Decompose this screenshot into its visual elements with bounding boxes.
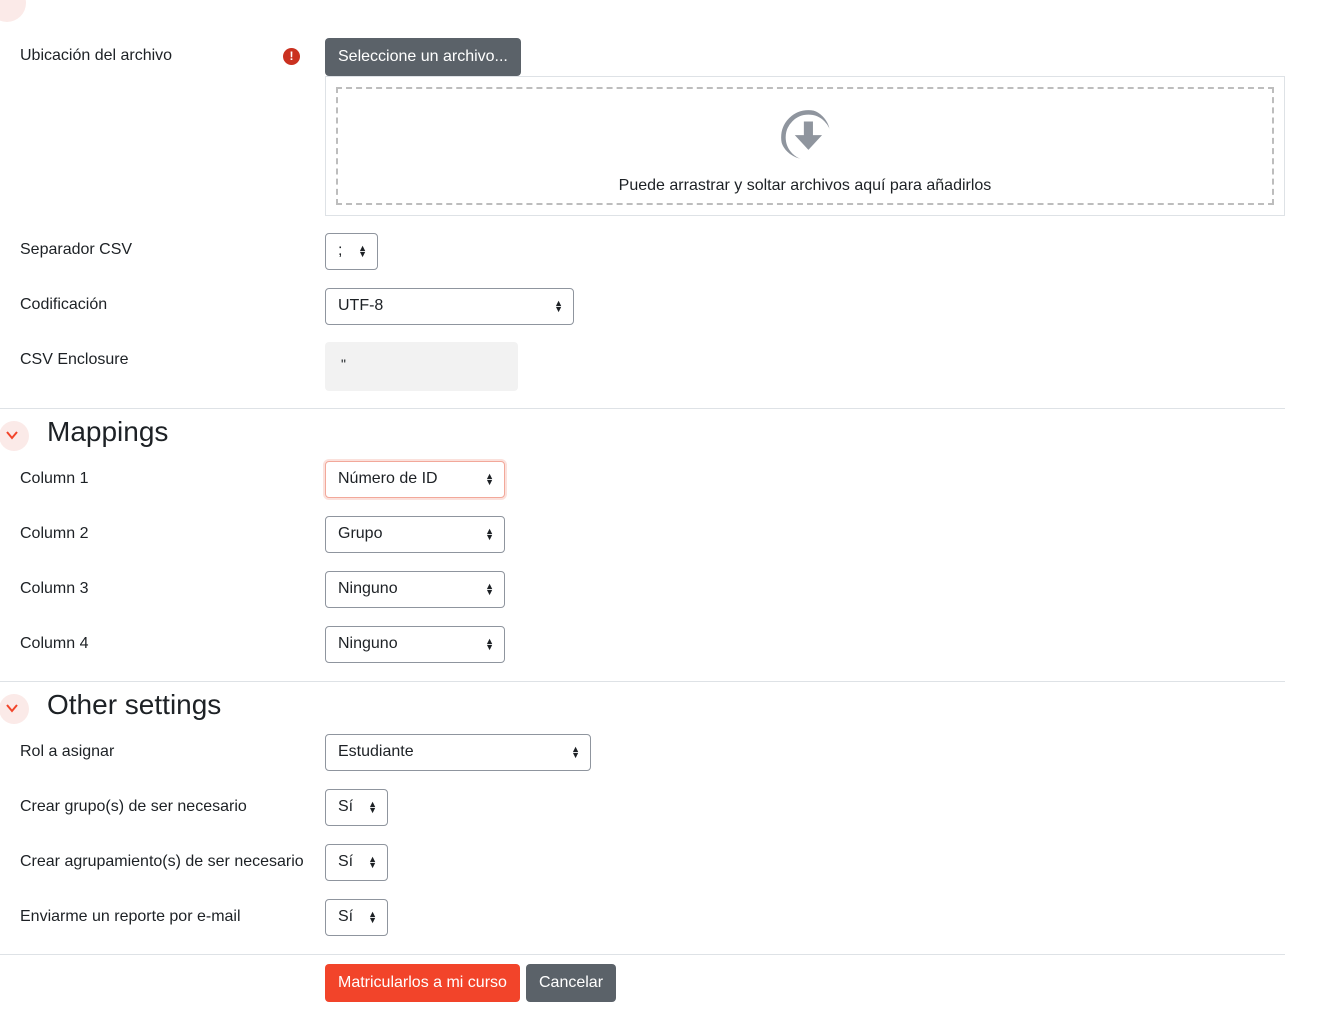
select-arrows-icon: ▲ ▼ [368, 799, 377, 816]
role-label: Rol a asignar [20, 743, 115, 760]
divider [0, 408, 1285, 409]
collapse-toggle-partial [0, 0, 26, 22]
file-dropzone[interactable]: Puede arrastrar y soltar archivos aquí p… [336, 87, 1274, 205]
select-arrows-icon: ▲ ▼ [485, 471, 494, 488]
csv-enclosure-label: CSV Enclosure [20, 351, 129, 368]
create-groups-label: Crear grupo(s) de ser necesario [20, 798, 247, 815]
csv-separator-value: ; [338, 242, 343, 259]
email-report-value: Sí [338, 908, 354, 925]
divider [0, 954, 1285, 955]
cancel-button[interactable]: Cancelar [526, 964, 617, 1002]
column-3-value: Ninguno [338, 580, 398, 597]
encoding-label: Codificación [20, 296, 108, 313]
select-arrows-icon: ▲ ▼ [358, 243, 367, 260]
column-3-select[interactable]: Ninguno ▲ ▼ [325, 571, 505, 608]
choose-file-button[interactable]: Seleccione un archivo... [325, 38, 521, 76]
column-2-value: Grupo [338, 525, 383, 542]
encoding-select[interactable]: UTF-8 ▲ ▼ [325, 288, 574, 325]
create-groups-select[interactable]: Sí ▲ ▼ [325, 789, 388, 826]
mappings-collapse-toggle[interactable] [0, 421, 29, 451]
column-1-select[interactable]: Número de ID ▲ ▼ [325, 461, 505, 498]
csv-enclosure-value: " [341, 356, 346, 372]
column-1-label: Column 1 [20, 470, 89, 487]
other-settings-collapse-toggle[interactable] [0, 694, 29, 724]
mappings-title: Mappings [47, 416, 169, 447]
select-arrows-icon: ▲ ▼ [368, 909, 377, 926]
dropzone-instructions: Puede arrastrar y soltar archivos aquí p… [618, 177, 992, 194]
column-4-select[interactable]: Ninguno ▲ ▼ [325, 626, 505, 663]
required-icon: ! [283, 48, 300, 65]
create-groupings-select[interactable]: Sí ▲ ▼ [325, 844, 388, 881]
divider [0, 681, 1285, 682]
file-location-label: Ubicación del archivo [20, 47, 173, 64]
email-report-label: Enviarme un reporte por e-mail [20, 908, 241, 925]
csv-enclosure-input[interactable]: " [325, 342, 518, 391]
chevron-down-icon [6, 704, 18, 713]
role-select[interactable]: Estudiante ▲ ▼ [325, 734, 591, 771]
create-groupings-label: Crear agrupamiento(s) de ser necesario [20, 853, 304, 870]
select-arrows-icon: ▲ ▼ [485, 581, 494, 598]
select-arrows-icon: ▲ ▼ [485, 636, 494, 653]
chevron-down-icon [6, 431, 18, 440]
column-2-label: Column 2 [20, 525, 89, 542]
role-value: Estudiante [338, 743, 414, 760]
select-arrows-icon: ▲ ▼ [485, 526, 494, 543]
other-settings-title: Other settings [47, 689, 222, 720]
column-4-value: Ninguno [338, 635, 398, 652]
column-1-value: Número de ID [338, 470, 438, 487]
email-report-select[interactable]: Sí ▲ ▼ [325, 899, 388, 936]
csv-separator-label: Separador CSV [20, 241, 133, 258]
column-2-select[interactable]: Grupo ▲ ▼ [325, 516, 505, 553]
csv-separator-select[interactable]: ; ▲ ▼ [325, 233, 378, 270]
column-3-label: Column 3 [20, 580, 89, 597]
select-arrows-icon: ▲ ▼ [571, 744, 580, 761]
select-arrows-icon: ▲ ▼ [368, 854, 377, 871]
enrol-submit-button[interactable]: Matricularlos a mi curso [325, 964, 520, 1002]
download-arrow-circle-icon [781, 110, 830, 159]
create-groups-value: Sí [338, 798, 354, 815]
encoding-value: UTF-8 [338, 297, 384, 314]
create-groupings-value: Sí [338, 853, 354, 870]
file-picker-container: Puede arrastrar y soltar archivos aquí p… [325, 76, 1285, 216]
column-4-label: Column 4 [20, 635, 89, 652]
select-arrows-icon: ▲ ▼ [554, 298, 563, 315]
